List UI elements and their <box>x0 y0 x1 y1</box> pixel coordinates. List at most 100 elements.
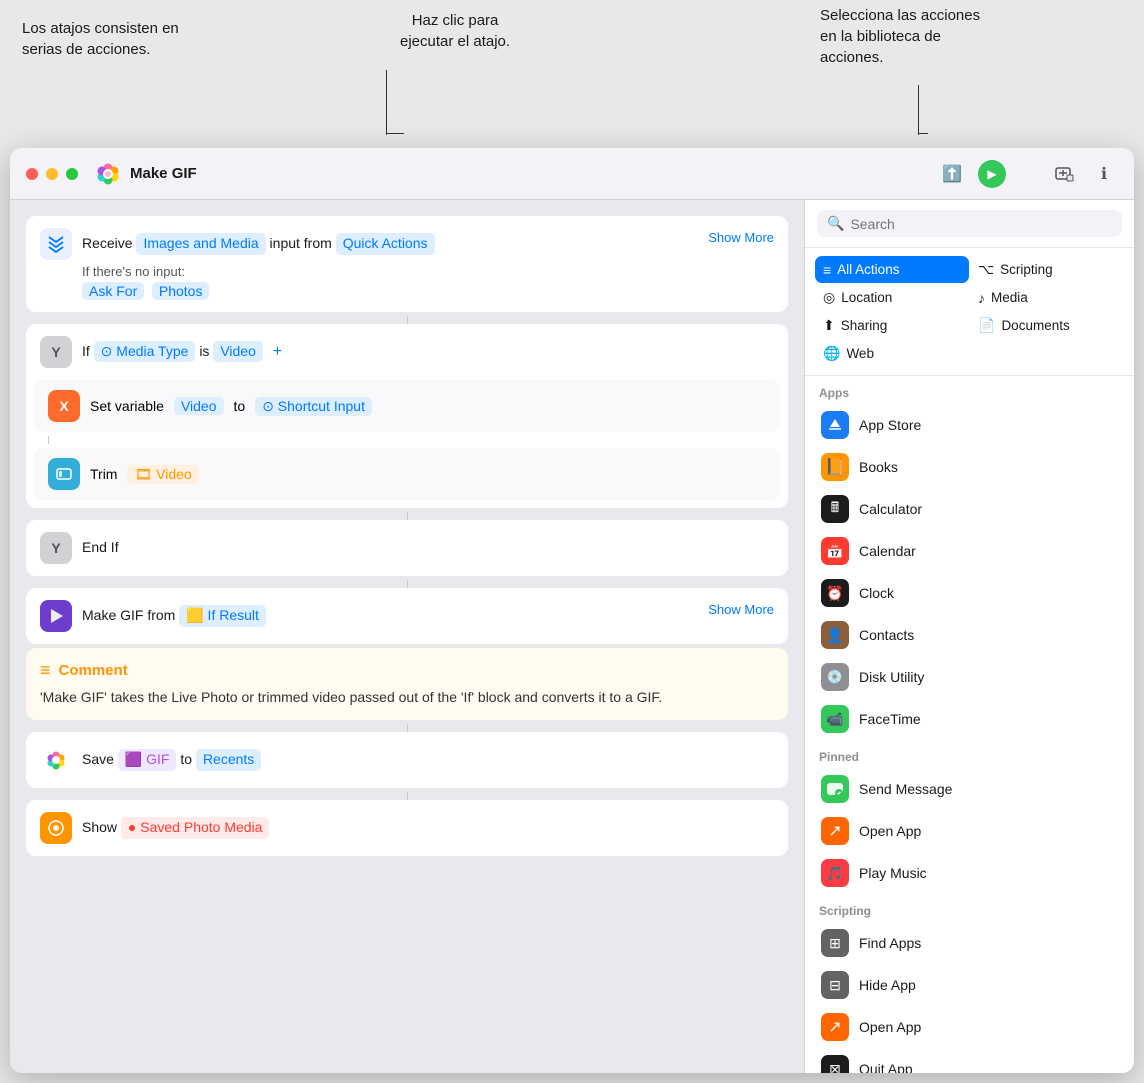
action-quit-app[interactable]: ⊠ Quit App <box>815 1048 1124 1073</box>
set-variable-step: X Set variable Video to ⊙ Shortcut Input <box>34 380 780 432</box>
callout-line-right-h <box>918 133 928 134</box>
save-label: Save <box>82 751 118 767</box>
if-block: Y If ⊙ Media Type is Video + X <box>26 324 788 508</box>
send-message-icon <box>821 775 849 803</box>
play-music-icon: 🎵 <box>821 859 849 887</box>
make-gif-pill1[interactable]: 🟨 If Result <box>179 605 266 627</box>
if-label: If <box>82 343 94 359</box>
action-hide-app[interactable]: ⊟ Hide App <box>815 964 1124 1006</box>
category-location[interactable]: ◎ Location <box>815 284 969 311</box>
open-app-pinned-icon: ↗ <box>821 817 849 845</box>
sharing-label: Sharing <box>841 318 888 333</box>
calendar-label: Calendar <box>859 543 916 559</box>
app-store-icon <box>821 411 849 439</box>
action-play-music[interactable]: 🎵 Play Music <box>815 852 1124 894</box>
maximize-button[interactable] <box>66 168 78 180</box>
receive-sub: If there's no input: Ask For Photos <box>82 264 774 300</box>
category-all-actions[interactable]: ≡ All Actions <box>815 256 969 283</box>
action-calculator[interactable]: 🖩 Calculator <box>815 488 1124 530</box>
category-sharing[interactable]: ⬆ Sharing <box>815 312 969 339</box>
if-pill-video[interactable]: Video <box>213 341 263 363</box>
save-pill1[interactable]: 🟪 GIF <box>118 749 177 771</box>
action-facetime[interactable]: 📹 FaceTime <box>815 698 1124 740</box>
quit-app-label: Quit App <box>859 1061 913 1073</box>
category-documents[interactable]: 📄 Documents <box>970 312 1124 339</box>
save-icon <box>40 744 72 776</box>
scripting-icon: ⌥ <box>978 261 994 278</box>
save-step: Save 🟪 GIF to Recents <box>26 732 788 788</box>
trim-icon <box>48 458 80 490</box>
if-body: X Set variable Video to ⊙ Shortcut Input <box>34 380 780 500</box>
if-is: is <box>199 343 213 359</box>
category-scripting[interactable]: ⌥ Scripting <box>970 256 1124 283</box>
comment-header: ≡ Comment <box>40 660 774 681</box>
action-clock[interactable]: ⏰ Clock <box>815 572 1124 614</box>
set-variable-pill1[interactable]: Video <box>174 397 224 415</box>
action-calendar[interactable]: 📅 Calendar <box>815 530 1124 572</box>
share-button[interactable]: ⬆️ <box>938 160 966 188</box>
add-to-dock-button[interactable] <box>1050 160 1078 188</box>
scripting-label: Scripting <box>1000 262 1053 277</box>
callout-line-center <box>386 70 387 135</box>
action-send-message[interactable]: Send Message <box>815 768 1124 810</box>
books-label: Books <box>859 459 898 475</box>
set-variable-label: Set variable <box>90 398 164 414</box>
photos-pill[interactable]: Photos <box>152 282 210 300</box>
location-icon: ◎ <box>823 289 835 306</box>
trim-pill1[interactable]: 🎞 Video <box>127 465 198 484</box>
action-app-store[interactable]: App Store <box>815 404 1124 446</box>
ask-for-pill[interactable]: Ask For <box>82 282 144 300</box>
save-content: Save 🟪 GIF to Recents <box>82 749 774 771</box>
make-gif-content: Make GIF from 🟨 If Result <box>82 605 774 627</box>
find-apps-icon: ⊞ <box>821 929 849 957</box>
comment-body: 'Make GIF' takes the Live Photo or trimm… <box>40 687 774 708</box>
search-bar: 🔍 <box>805 200 1134 248</box>
set-variable-pill2[interactable]: ⊙ Shortcut Input <box>255 397 372 416</box>
calculator-label: Calculator <box>859 501 922 517</box>
show-pill1[interactable]: ● Saved Photo Media <box>121 817 270 839</box>
category-web[interactable]: 🌐 Web <box>815 340 969 367</box>
web-icon: 🌐 <box>823 345 840 362</box>
title-actions: ⬆️ ▶ ℹ <box>938 160 1118 188</box>
contacts-icon: 👤 <box>821 621 849 649</box>
make-gif-show-more[interactable]: Show More <box>708 602 774 617</box>
actions-list: Apps App Store 📙 Books <box>805 376 1134 1073</box>
if-content: If ⊙ Media Type is Video + <box>82 341 774 363</box>
receive-middle: input from <box>270 235 336 251</box>
action-contacts[interactable]: 👤 Contacts <box>815 614 1124 656</box>
action-books[interactable]: 📙 Books <box>815 446 1124 488</box>
clock-icon: ⏰ <box>821 579 849 607</box>
calculator-icon: 🖩 <box>821 495 849 523</box>
end-if-content: End If <box>82 538 774 558</box>
save-to: to <box>180 751 196 767</box>
end-if-step: Y End If <box>26 520 788 576</box>
save-pill2[interactable]: Recents <box>196 749 261 771</box>
action-disk-utility[interactable]: 💿 Disk Utility <box>815 656 1124 698</box>
all-actions-icon: ≡ <box>823 262 831 278</box>
search-input-wrap: 🔍 <box>817 210 1122 237</box>
send-message-label: Send Message <box>859 781 952 797</box>
if-pill-media-type[interactable]: ⊙ Media Type <box>94 341 196 363</box>
action-find-apps[interactable]: ⊞ Find Apps <box>815 922 1124 964</box>
search-input[interactable] <box>850 216 1112 232</box>
workflow-panel: Receive Images and Media input from Quic… <box>10 200 804 1073</box>
category-media[interactable]: ♪ Media <box>970 284 1124 311</box>
all-actions-label: All Actions <box>837 262 899 277</box>
receive-pill2[interactable]: Quick Actions <box>336 233 435 255</box>
show-label: Show <box>82 819 121 835</box>
minimize-button[interactable] <box>46 168 58 180</box>
close-button[interactable] <box>26 168 38 180</box>
action-open-app-pinned[interactable]: ↗ Open App <box>815 810 1124 852</box>
clock-label: Clock <box>859 585 894 601</box>
if-add[interactable]: + <box>273 343 282 360</box>
show-content: Show ● Saved Photo Media <box>82 817 774 839</box>
search-icon: 🔍 <box>827 215 844 232</box>
receive-show-more[interactable]: Show More <box>708 230 774 245</box>
action-open-app[interactable]: ↗ Open App <box>815 1006 1124 1048</box>
find-apps-label: Find Apps <box>859 935 921 951</box>
receive-pill1[interactable]: Images and Media <box>136 233 265 255</box>
run-button[interactable]: ▶ <box>978 160 1006 188</box>
media-label: Media <box>991 290 1028 305</box>
connector-3 <box>407 580 408 588</box>
info-button[interactable]: ℹ <box>1090 160 1118 188</box>
